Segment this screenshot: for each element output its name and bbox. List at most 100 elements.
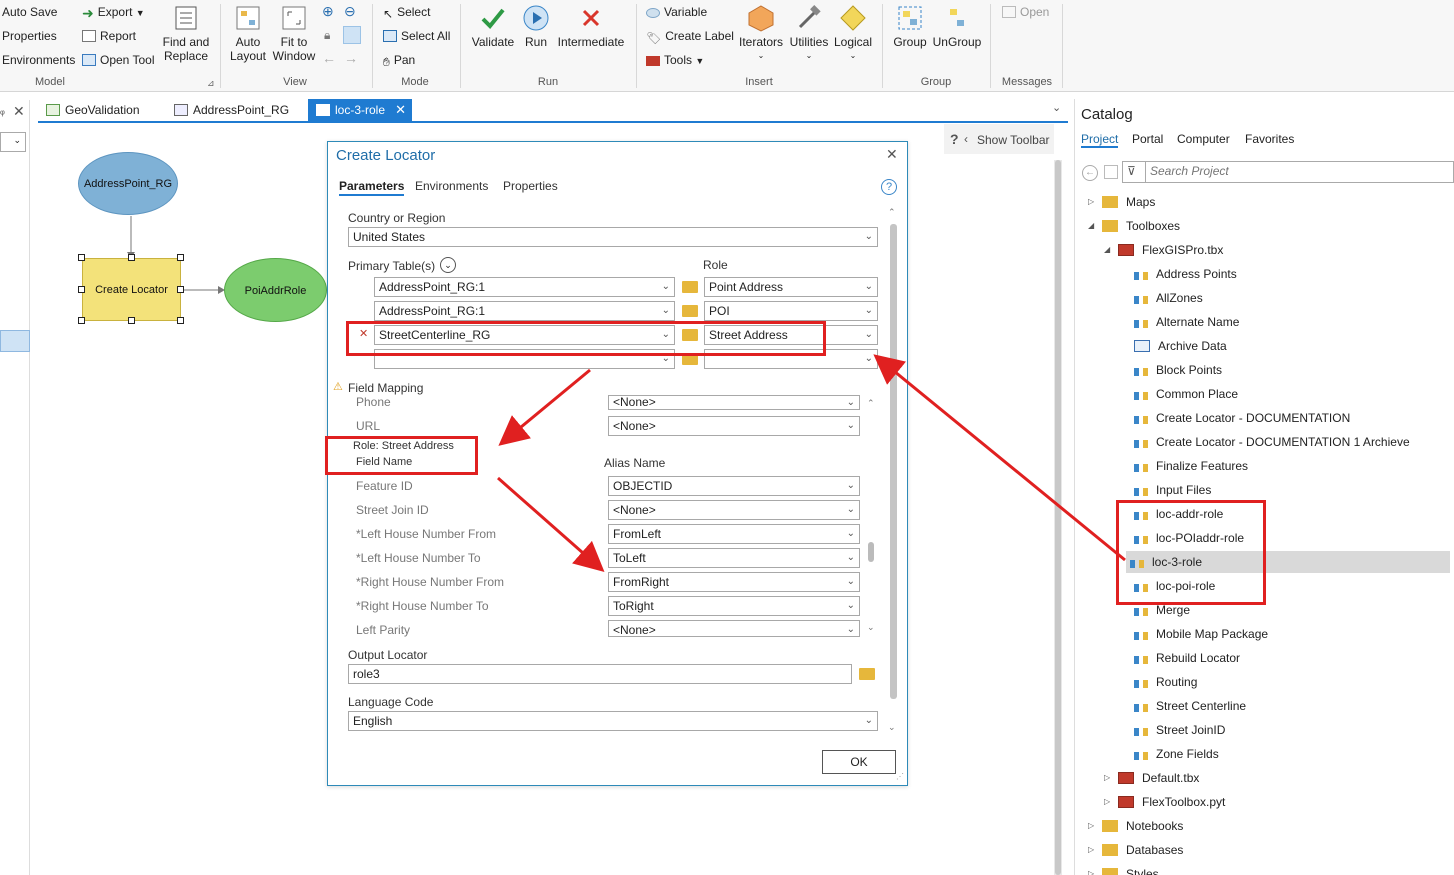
folder-icon[interactable] <box>682 305 698 317</box>
primary-table-dropdown[interactable]: AddressPoint_RG:1 ⌄ <box>374 301 675 321</box>
left-panel-selected-row[interactable] <box>0 330 30 352</box>
auto-layout-button[interactable]: Auto Layout <box>228 4 268 63</box>
close-icon[interactable]: ✕ <box>886 146 898 163</box>
mapping-dropdown[interactable]: <None> ⌄ <box>608 395 860 410</box>
catalog-item[interactable]: Common Place <box>1134 383 1238 405</box>
tab-parameters[interactable]: Parameters <box>339 179 405 196</box>
select-button[interactable]: ↖ Select <box>383 5 430 21</box>
catalog-item[interactable]: Create Locator - DOCUMENTATION 1 Archiev… <box>1134 431 1410 453</box>
scroll-up-arrow-icon[interactable]: ⌃ <box>867 398 875 409</box>
lock-icon[interactable]: 🔒︎ <box>324 28 330 43</box>
forward-arrow-icon[interactable]: → <box>344 50 358 66</box>
catalog-search-box[interactable]: ⊽ <box>1122 161 1454 183</box>
catalog-item[interactable]: Input Files <box>1134 479 1211 501</box>
node-output-data[interactable]: PoiAddrRole <box>224 258 327 322</box>
selection-handle[interactable] <box>128 317 135 324</box>
ok-button[interactable]: OK <box>822 750 896 774</box>
show-toolbar-button[interactable]: Show Toolbar <box>977 133 1050 147</box>
open-messages-button[interactable]: Open <box>1002 5 1049 19</box>
catalog-item[interactable]: Rebuild Locator <box>1134 647 1240 669</box>
mapping-dropdown[interactable]: FromRight ⌄ <box>608 572 860 592</box>
mapping-dropdown[interactable]: <None> ⌄ <box>608 500 860 520</box>
validate-button[interactable]: Validate <box>470 4 516 49</box>
canvas-scroll-thumb[interactable] <box>1055 160 1061 875</box>
node-create-locator-tool[interactable]: Create Locator <box>82 258 181 321</box>
catalog-item[interactable]: Create Locator - DOCUMENTATION <box>1134 407 1350 429</box>
expand-arrow-icon[interactable]: ▷ <box>1088 863 1094 875</box>
back-arrow-icon[interactable]: ← <box>1082 165 1098 181</box>
fit-to-window-button[interactable]: Fit to Window <box>272 4 316 63</box>
group-button[interactable]: Group <box>892 4 928 49</box>
language-code-dropdown[interactable]: English ⌄ <box>348 711 878 731</box>
selection-handle[interactable] <box>78 286 85 293</box>
properties-button[interactable]: Properties <box>2 29 57 43</box>
selection-handle[interactable] <box>177 286 184 293</box>
utilities-button[interactable]: Utilities ⌄ <box>788 4 830 63</box>
field-mapping-scroll-thumb[interactable] <box>868 542 874 562</box>
collapse-chevron-icon[interactable]: ⌄ <box>440 257 456 273</box>
sidebar-item-flexgispro[interactable]: ◢ FlexGISPro.tbx <box>1104 239 1223 261</box>
tabs-overflow-chevron-icon[interactable]: ⌄ <box>1052 101 1061 114</box>
run-button[interactable]: Run <box>520 4 552 49</box>
catalog-item[interactable]: Street Centerline <box>1134 695 1246 717</box>
selection-handle[interactable] <box>78 254 85 261</box>
iterators-button[interactable]: Iterators ⌄ <box>738 4 784 63</box>
tab-properties[interactable]: Properties <box>503 179 558 193</box>
scroll-down-arrow-icon[interactable]: ⌄ <box>867 622 875 633</box>
catalog-item[interactable]: ▷ Styles <box>1088 863 1159 875</box>
auto-save-button[interactable]: Auto Save <box>2 5 57 19</box>
selection-handle[interactable] <box>78 317 85 324</box>
selection-handle[interactable] <box>177 317 184 324</box>
tab-geovalidation[interactable]: GeoValidation <box>38 99 166 121</box>
catalog-item[interactable]: Alternate Name <box>1134 311 1239 333</box>
folder-icon[interactable] <box>859 668 875 680</box>
ungroup-button[interactable]: UnGroup <box>931 4 983 49</box>
zoom-in-icon[interactable]: ⊕ <box>322 3 334 20</box>
pan-button[interactable]: ✋︎ Pan <box>383 53 415 69</box>
create-label-button[interactable]: 🏷︎ Create Label <box>646 29 734 45</box>
report-button[interactable]: Report <box>82 29 136 43</box>
role-dropdown[interactable]: POI ⌄ <box>704 301 878 321</box>
expand-arrow-icon[interactable]: ▷ <box>1088 839 1094 861</box>
expand-arrow-icon[interactable]: ▷ <box>1088 815 1094 837</box>
expand-arrow-icon[interactable]: ▷ <box>1104 791 1110 813</box>
logical-button[interactable]: Logical ⌄ <box>832 4 874 63</box>
dialog-launcher-icon[interactable]: ⊿ <box>207 78 215 89</box>
sidebar-item-maps[interactable]: ▷ Maps <box>1088 191 1155 213</box>
primary-table-dropdown[interactable]: AddressPoint_RG:1 ⌄ <box>374 277 675 297</box>
scroll-down-arrow-icon[interactable]: ⌄ <box>888 722 896 733</box>
export-button[interactable]: ➜ Export ▼ <box>82 5 145 20</box>
catalog-item[interactable]: AllZones <box>1134 287 1203 309</box>
home-icon[interactable] <box>1104 165 1118 179</box>
catalog-item[interactable]: Finalize Features <box>1134 455 1248 477</box>
mapping-dropdown[interactable]: ToLeft ⌄ <box>608 548 860 568</box>
catalog-tab-project[interactable]: Project <box>1081 132 1119 148</box>
catalog-tab-portal[interactable]: Portal <box>1132 132 1163 146</box>
catalog-item[interactable]: ▷ Databases <box>1088 839 1183 861</box>
output-locator-input[interactable]: role3 <box>348 664 852 684</box>
mapping-dropdown[interactable]: FromLeft ⌄ <box>608 524 860 544</box>
resize-grip-icon[interactable]: ⋰ <box>896 772 904 781</box>
folder-icon[interactable] <box>682 281 698 293</box>
mapping-dropdown[interactable]: ToRight ⌄ <box>608 596 860 616</box>
find-replace-button[interactable]: Find and Replace <box>160 4 212 63</box>
collapse-arrow-icon[interactable]: ◢ <box>1088 215 1094 237</box>
catalog-item[interactable]: ▷ Notebooks <box>1088 815 1183 837</box>
tab-loc-3-role[interactable]: loc-3-role ✕ <box>308 99 412 121</box>
catalog-item[interactable]: Archive Data <box>1134 335 1227 357</box>
catalog-item[interactable]: Routing <box>1134 671 1197 693</box>
scroll-up-arrow-icon[interactable]: ⌃ <box>888 207 896 218</box>
open-tool-button[interactable]: Open Tool <box>82 53 155 67</box>
variable-button[interactable]: Variable <box>646 5 707 19</box>
intermediate-button[interactable]: Intermediate <box>556 4 626 49</box>
pin-icon[interactable]: ᵩ <box>0 105 5 117</box>
role-dropdown[interactable]: Point Address ⌄ <box>704 277 878 297</box>
catalog-item[interactable]: Street JoinID <box>1134 719 1225 741</box>
filter-icon[interactable]: ⊽ <box>1127 164 1136 178</box>
catalog-item[interactable]: Zone Fields <box>1134 743 1219 765</box>
catalog-item[interactable]: ▷ FlexToolbox.pyt <box>1104 791 1225 813</box>
mapping-dropdown[interactable]: OBJECTID ⌄ <box>608 476 860 496</box>
catalog-item[interactable]: Mobile Map Package <box>1134 623 1268 645</box>
back-arrow-icon[interactable]: ← <box>322 50 336 66</box>
close-icon[interactable]: ✕ <box>13 103 25 120</box>
